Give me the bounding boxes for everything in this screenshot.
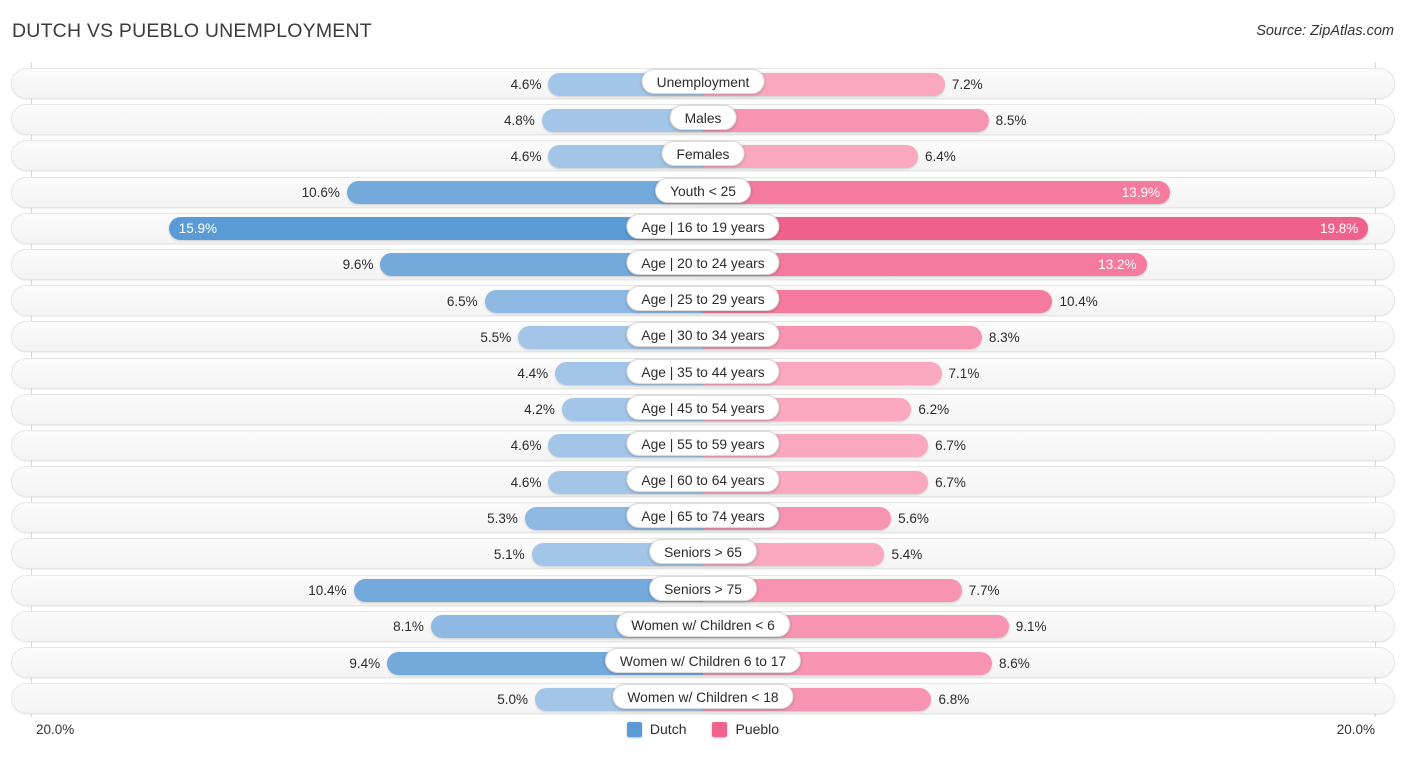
bar-value-pueblo: 8.6% <box>998 655 1030 671</box>
bar-value-dutch: 4.6% <box>510 148 542 164</box>
legend-swatch-icon <box>712 721 728 737</box>
bar-pueblo[interactable] <box>703 108 989 132</box>
bar-dutch[interactable] <box>346 181 703 205</box>
chart-row: 5.0% 6.8% Women w/ Children < 18 <box>0 681 1406 717</box>
bar-value-pueblo: 6.4% <box>925 148 956 164</box>
bar-value-dutch: 4.6% <box>510 438 542 454</box>
chart-row: 5.5% 8.3% Age | 30 to 34 years <box>0 319 1406 355</box>
bar-value-dutch: 10.4% <box>308 583 347 599</box>
bar-pueblo[interactable]: 19.8% <box>703 217 1369 241</box>
bar-value-dutch: 4.8% <box>503 112 535 128</box>
chart-row: 5.1% 5.4% Seniors > 65 <box>0 536 1406 572</box>
legend-item[interactable]: Dutch <box>626 721 687 737</box>
row-label[interactable]: Women w/ Children < 6 <box>616 611 790 637</box>
bar-value-pueblo: 7.7% <box>968 583 1000 599</box>
bar-value-pueblo: 10.4% <box>1059 293 1098 309</box>
row-label[interactable]: Seniors > 75 <box>649 575 757 601</box>
chart-header: DUTCH VS PUEBLO UNEMPLOYMENT Source: Zip… <box>0 0 1406 62</box>
row-label[interactable]: Age | 45 to 54 years <box>626 394 780 420</box>
bar-value-dutch: 4.4% <box>517 366 549 381</box>
bar-value-pueblo: 13.2% <box>1098 257 1137 273</box>
page-title: DUTCH VS PUEBLO UNEMPLOYMENT <box>12 20 372 42</box>
row-label[interactable]: Age | 20 to 24 years <box>626 249 780 275</box>
bar-value-pueblo: 6.8% <box>938 691 970 707</box>
chart-row: 4.8% 8.5% Males <box>0 102 1406 138</box>
bar-value-dutch: 5.5% <box>480 329 512 345</box>
row-label[interactable]: Females <box>661 141 745 167</box>
bar-value-pueblo: 6.7% <box>935 474 966 490</box>
chart-legend: Dutch Pueblo <box>0 721 1406 737</box>
chart-row: 10.6% 13.9% Youth < 25 <box>0 175 1406 211</box>
bar-dutch[interactable]: 15.9% <box>168 217 703 241</box>
legend-item[interactable]: Pueblo <box>712 721 779 737</box>
bar-value-dutch: 8.1% <box>393 619 424 635</box>
bar-value-dutch: 4.2% <box>524 402 555 418</box>
bar-pueblo[interactable]: 13.9% <box>703 181 1171 205</box>
chart-row: 9.4% 8.6% Women w/ Children 6 to 17 <box>0 645 1406 681</box>
row-label[interactable]: Women w/ Children 6 to 17 <box>604 648 802 673</box>
bar-value-pueblo: 6.7% <box>935 438 966 454</box>
chart-row: 6.5% 10.4% Age | 25 to 29 years <box>0 283 1406 319</box>
bar-value-dutch: 10.6% <box>301 185 340 201</box>
bar-value-pueblo: 13.9% <box>1121 185 1161 201</box>
bar-value-dutch: 5.0% <box>497 691 528 707</box>
bar-value-dutch: 9.4% <box>349 655 381 671</box>
chart-page: DUTCH VS PUEBLO UNEMPLOYMENT Source: Zip… <box>0 0 1406 757</box>
bar-value-pueblo: 7.1% <box>948 366 980 381</box>
chart-row: 4.2% 6.2% Age | 45 to 54 years <box>0 392 1406 428</box>
row-label[interactable]: Age | 30 to 34 years <box>626 322 780 348</box>
chart-row: 5.3% 5.6% Age | 65 to 74 years <box>0 500 1406 536</box>
bar-value-dutch: 9.6% <box>342 257 374 273</box>
chart-row: 4.6% 6.7% Age | 55 to 59 years <box>0 428 1406 464</box>
chart-row: 9.6% 13.2% Age | 20 to 24 years <box>0 247 1406 283</box>
source-attribution: Source: ZipAtlas.com <box>1256 23 1394 39</box>
row-label[interactable]: Youth < 25 <box>655 177 751 203</box>
diverging-bar-chart: 4.6% 7.2% Unemployment 4.8% 8.5% Males 4.6% 6.4… <box>0 62 1406 717</box>
row-label[interactable]: Age | 16 to 19 years <box>626 213 780 239</box>
chart-row: 4.6% 6.7% Age | 60 to 64 years <box>0 464 1406 500</box>
bar-value-dutch: 5.3% <box>487 510 518 526</box>
bar-value-pueblo: 9.1% <box>1015 619 1047 635</box>
chart-row: 4.4% 7.1% Age | 35 to 44 years <box>0 356 1406 392</box>
bar-value-dutch: 4.6% <box>510 76 542 92</box>
chart-row: 4.6% 6.4% Females <box>0 138 1406 174</box>
bar-value-dutch: 4.6% <box>510 474 542 490</box>
bar-value-pueblo: 19.8% <box>1319 221 1359 237</box>
chart-rows: 4.6% 7.2% Unemployment 4.8% 8.5% Males 4.6% 6.4… <box>0 66 1406 717</box>
row-label[interactable]: Age | 35 to 44 years <box>626 358 780 384</box>
bar-value-dutch: 5.1% <box>493 546 525 562</box>
bar-value-dutch: 6.5% <box>446 293 478 309</box>
chart-row: 10.4% 7.7% Seniors > 75 <box>0 573 1406 609</box>
row-label[interactable]: Women w/ Children < 18 <box>612 684 794 710</box>
chart-row: 4.6% 7.2% Unemployment <box>0 66 1406 102</box>
bar-value-dutch: 15.9% <box>178 221 218 237</box>
row-label[interactable]: Age | 55 to 59 years <box>626 430 780 456</box>
row-label[interactable]: Males <box>669 105 737 131</box>
legend-swatch-icon <box>626 721 642 737</box>
row-label[interactable]: Age | 65 to 74 years <box>626 503 780 529</box>
chart-row: 15.9% 19.8% Age | 16 to 19 years <box>0 211 1406 247</box>
legend-label: Dutch <box>649 721 687 737</box>
legend-label: Pueblo <box>735 721 780 737</box>
bar-value-pueblo: 5.6% <box>898 510 929 526</box>
bar-value-pueblo: 8.3% <box>988 329 1020 345</box>
bar-value-pueblo: 6.2% <box>918 402 950 418</box>
row-label[interactable]: Seniors > 65 <box>649 539 757 565</box>
chart-footer: 20.0% 20.0% Dutch Pueblo <box>0 717 1406 757</box>
row-label[interactable]: Age | 60 to 64 years <box>626 467 780 493</box>
chart-row: 8.1% 9.1% Women w/ Children < 6 <box>0 609 1406 645</box>
row-label[interactable]: Unemployment <box>641 69 765 94</box>
bar-value-pueblo: 7.2% <box>951 76 983 92</box>
bar-value-pueblo: 8.5% <box>995 112 1027 128</box>
row-label[interactable]: Age | 25 to 29 years <box>626 286 780 312</box>
bar-value-pueblo: 5.4% <box>891 546 923 562</box>
